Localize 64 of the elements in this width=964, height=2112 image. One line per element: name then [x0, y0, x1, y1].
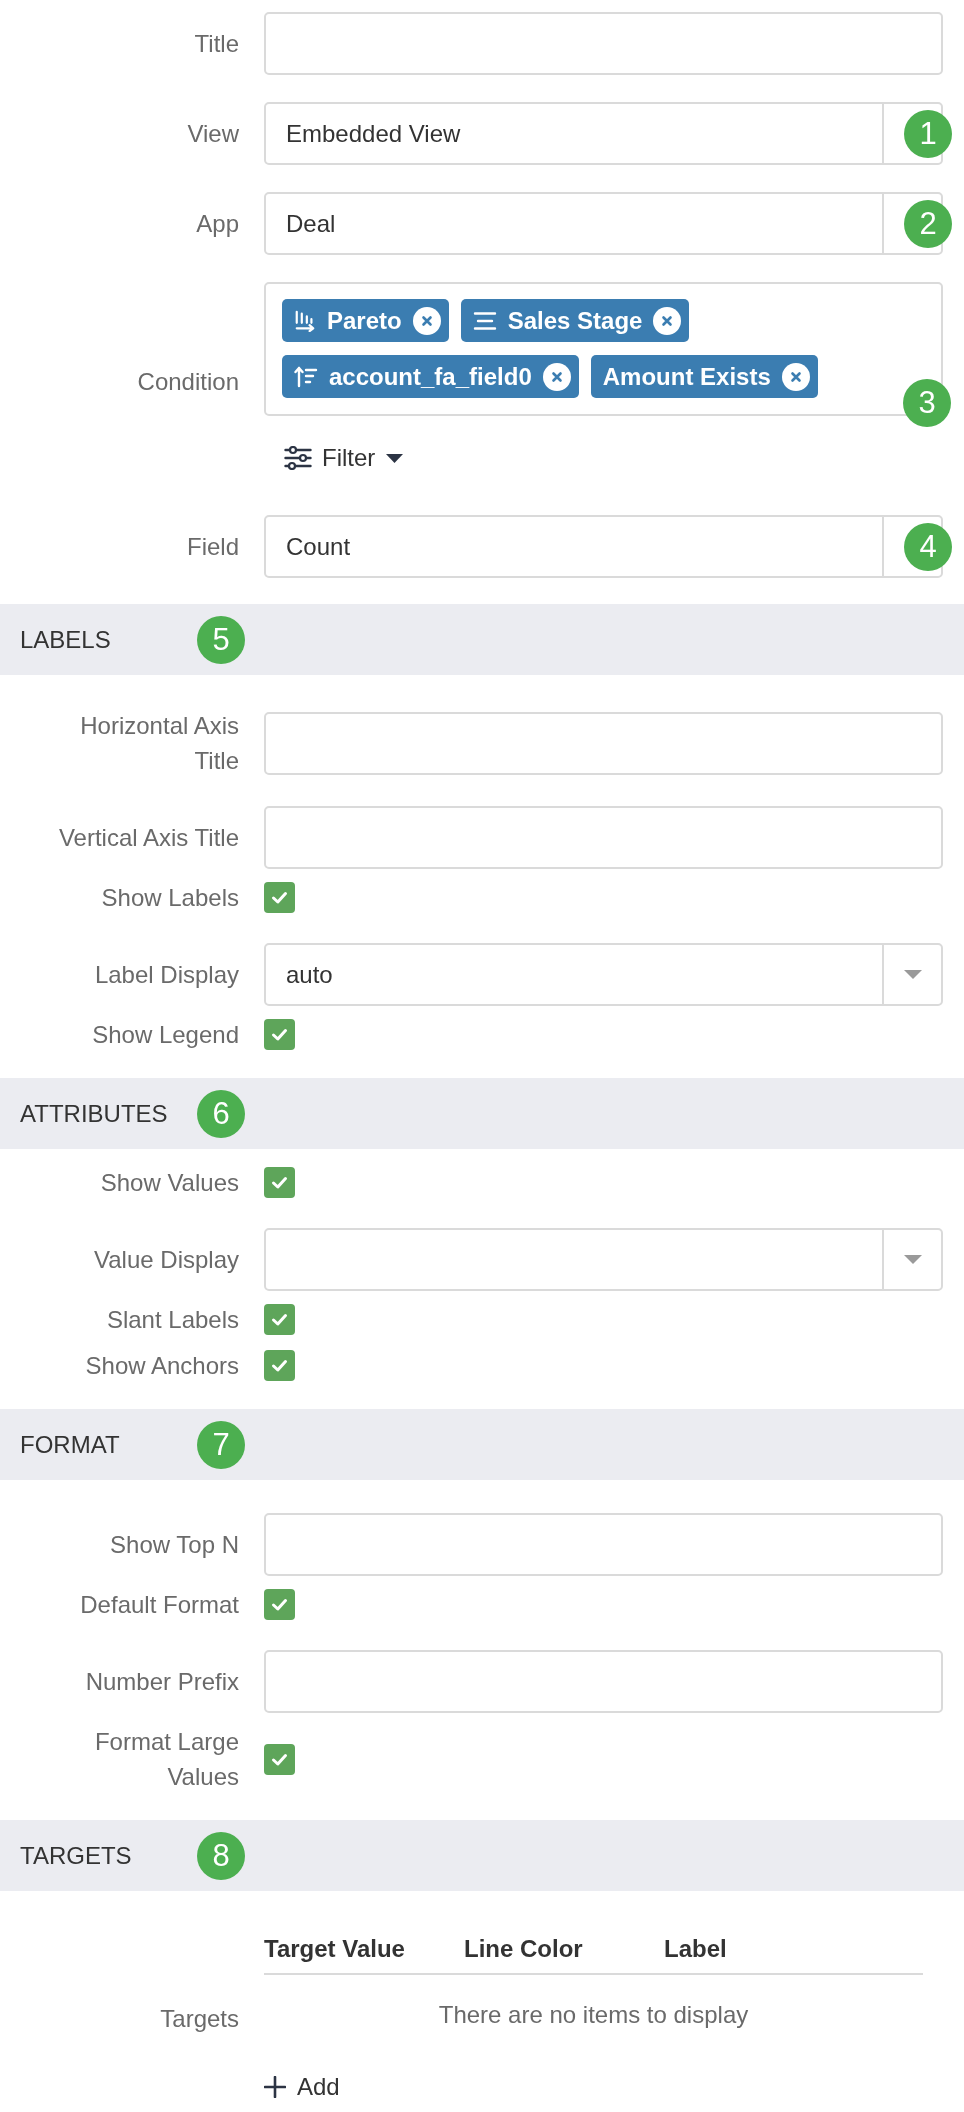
checkbox[interactable] [264, 1743, 295, 1775]
text-field[interactable] [264, 1650, 943, 1713]
number-badge: 5 [197, 615, 245, 664]
dropdown-field[interactable] [264, 1228, 943, 1291]
field-label: Slant Labels [106, 1306, 239, 1333]
section-title: ATTRIBUTES [20, 1098, 169, 1129]
field-label: Show Labels [101, 884, 239, 911]
checkbox[interactable] [264, 1167, 295, 1198]
field-label: Targets [160, 2004, 239, 2032]
close-icon[interactable] [781, 362, 810, 391]
text-field[interactable] [264, 806, 943, 869]
section-title: FORMAT [20, 1429, 121, 1460]
checkbox[interactable] [264, 1350, 295, 1381]
field-label: Vertical Axis Title [58, 824, 239, 851]
field-label: View [187, 120, 239, 147]
field-label: Title [194, 30, 239, 57]
section-title: TARGETS [20, 1840, 133, 1871]
checkbox[interactable] [264, 1019, 295, 1050]
lines-icon [472, 310, 497, 331]
close-icon[interactable] [653, 306, 682, 335]
section-title: LABELS [20, 624, 112, 655]
number-badge: 7 [197, 1420, 245, 1469]
dropdown-field[interactable]: auto [264, 943, 943, 1006]
sliders-icon [284, 446, 312, 470]
sort-icon [294, 365, 318, 388]
caret-icon [903, 970, 922, 979]
condition-tag[interactable]: Sales Stage [460, 299, 690, 342]
field-label: Field [186, 533, 239, 560]
close-icon[interactable] [412, 306, 441, 335]
number-badge: 3 [903, 379, 951, 427]
plus-icon [264, 2076, 286, 2098]
number-badge: 6 [197, 1089, 245, 1138]
close-icon[interactable] [542, 362, 571, 391]
field-label: Format Large Values [94, 1728, 239, 1790]
empty-message: There are no items to display [437, 2000, 750, 2030]
add-button[interactable]: Add [264, 2072, 340, 2102]
field-label: Show Values [100, 1169, 239, 1196]
field-label: Show Legend [92, 1021, 239, 1048]
condition-tag[interactable]: account_fa_field0 [282, 355, 579, 398]
checkbox[interactable] [264, 1589, 295, 1620]
field-label: App [196, 210, 239, 237]
field-label: Show Top N [110, 1531, 239, 1558]
condition-tag[interactable]: Amount Exists [590, 355, 818, 398]
filter-button[interactable]: Filter [264, 436, 408, 480]
number-badge: 8 [197, 1831, 245, 1880]
field-label: Number Prefix [85, 1668, 239, 1695]
field-label: Label Display [94, 961, 239, 988]
field-label: Default Format [80, 1591, 239, 1618]
caret-icon [386, 453, 404, 463]
text-field[interactable] [264, 12, 943, 75]
text-field[interactable] [264, 1513, 943, 1576]
column-header: Label [664, 1934, 728, 1964]
column-header: Target Value [264, 1934, 406, 1964]
caret-icon [903, 1255, 922, 1264]
field-label: Show Anchors [85, 1352, 239, 1379]
checkbox[interactable] [264, 1304, 295, 1335]
condition-tag[interactable]: Pareto [282, 299, 449, 342]
column-header: Line Color [464, 1934, 584, 1964]
field-label: Horizontal Axis Title [80, 712, 239, 774]
bars-arrow-icon [294, 309, 316, 332]
field-label: Condition [137, 367, 239, 395]
text-field[interactable] [264, 711, 943, 775]
field-label: Value Display [94, 1246, 239, 1273]
checkbox[interactable] [264, 882, 295, 913]
